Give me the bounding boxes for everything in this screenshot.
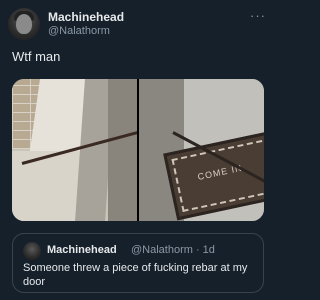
photo-doormat[interactable]: COME IN: [139, 79, 264, 221]
photo-doorway[interactable]: [12, 79, 137, 221]
author-name[interactable]: Machinehead: [48, 10, 124, 24]
tweet-text: Wtf man: [12, 49, 61, 64]
avatar[interactable]: [8, 8, 40, 40]
tweet-media[interactable]: COME IN: [12, 79, 264, 221]
door-edge: [108, 79, 137, 221]
tweet-header: Machinehead @Nalathorm ···: [8, 8, 268, 42]
quoted-meta: @Nalathorm · 1d: [131, 244, 215, 256]
quoted-author-name[interactable]: Machinehead: [47, 244, 117, 256]
author-handle[interactable]: @Nalathorm: [48, 25, 110, 37]
quoted-text: Someone threw a piece of fucking rebar a…: [23, 262, 248, 288]
quoted-tweet[interactable]: Machinehead @Nalathorm · 1d Someone thre…: [12, 233, 264, 293]
avatar-face: [16, 14, 32, 34]
more-options-icon[interactable]: ···: [250, 8, 266, 23]
avatar[interactable]: [23, 242, 41, 260]
